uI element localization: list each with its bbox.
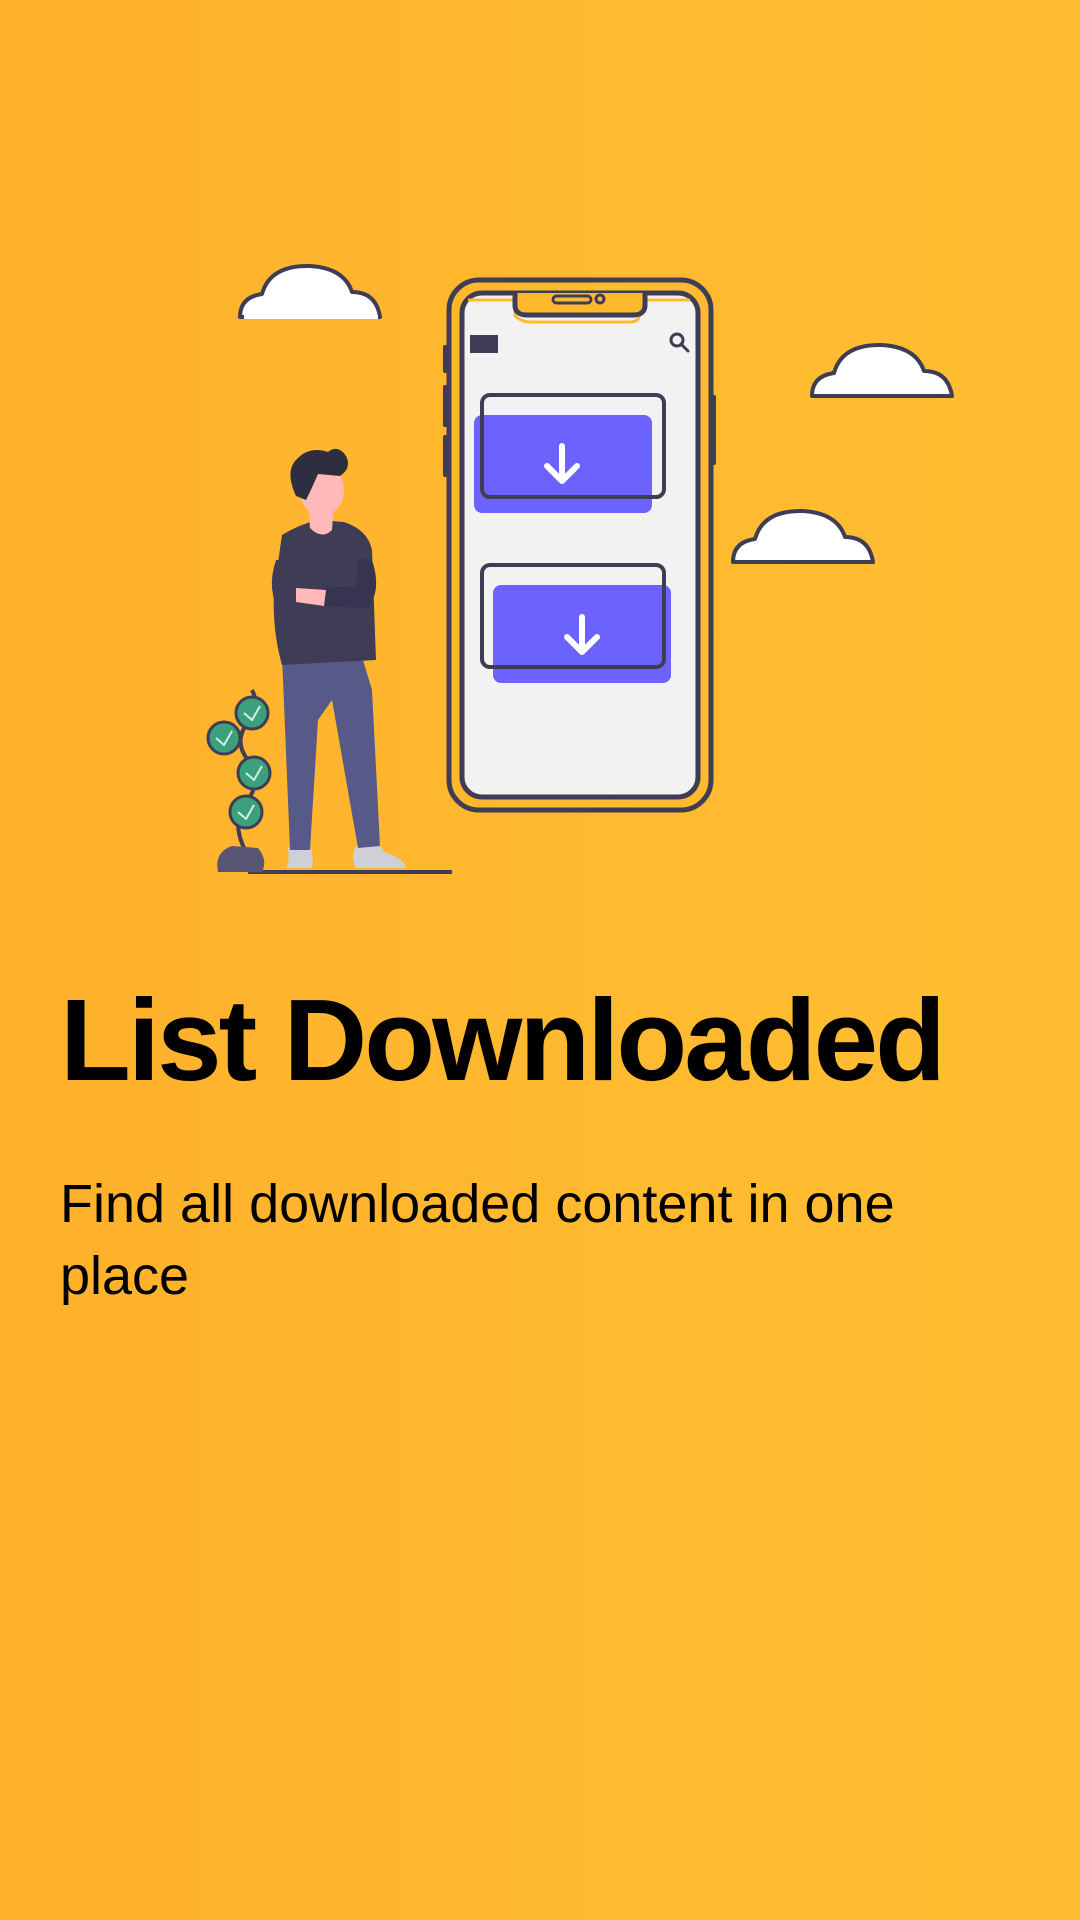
plant-illustration <box>206 689 272 872</box>
cloud-icon <box>731 508 875 564</box>
onboarding-title: List Downloaded <box>60 975 946 1105</box>
downloads-illustration <box>206 263 954 874</box>
phone-illustration <box>443 277 716 813</box>
menu-icon <box>470 335 498 353</box>
onboarding-screen: List Downloaded Find all downloaded cont… <box>0 0 1080 1920</box>
onboarding-subtitle: Find all downloaded content in one place <box>60 1174 895 1306</box>
cloud-icon <box>810 342 954 398</box>
cloud-icon <box>238 263 382 319</box>
person-illustration <box>271 448 406 868</box>
